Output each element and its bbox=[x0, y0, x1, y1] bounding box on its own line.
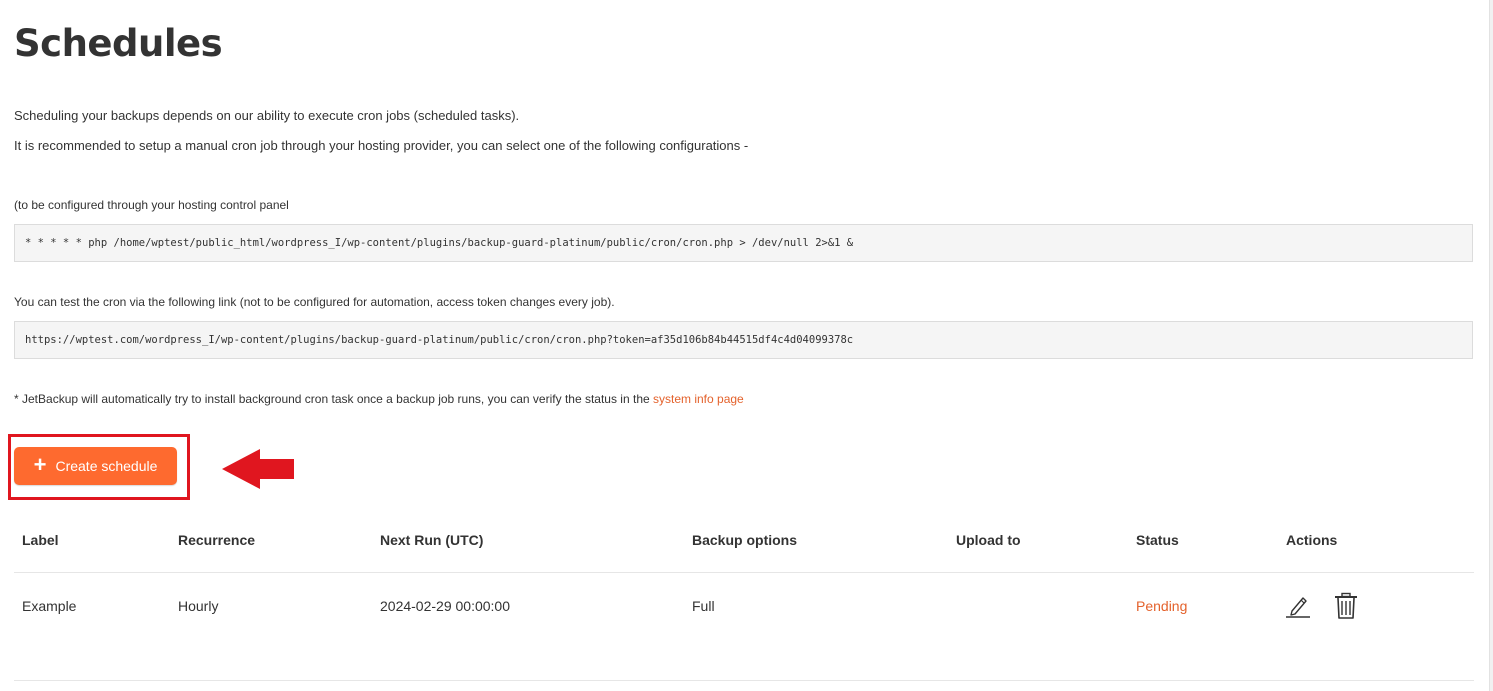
system-info-link[interactable]: system info page bbox=[653, 392, 744, 406]
table-divider-bottom bbox=[14, 680, 1474, 681]
cron-command-box[interactable]: * * * * * php /home/wptest/public_html/w… bbox=[14, 224, 1473, 262]
header-recurrence: Recurrence bbox=[178, 532, 256, 548]
intro-text-1: Scheduling your backups depends on our a… bbox=[14, 108, 520, 123]
header-upload-to: Upload to bbox=[956, 532, 1021, 548]
row-backup-options: Full bbox=[692, 598, 715, 614]
note-text: * JetBackup will automatically try to in… bbox=[14, 392, 653, 406]
plus-icon: + bbox=[33, 452, 47, 477]
cron-panel-label: (to be configured through your hosting c… bbox=[14, 198, 289, 212]
header-label: Label bbox=[22, 532, 59, 548]
pencil-icon[interactable] bbox=[1285, 592, 1311, 620]
header-status: Status bbox=[1136, 532, 1179, 548]
page-title: Schedules bbox=[14, 22, 223, 65]
intro-text-2: It is recommended to setup a manual cron… bbox=[14, 138, 749, 153]
create-schedule-label: Create schedule bbox=[55, 458, 158, 474]
trash-icon[interactable] bbox=[1333, 592, 1359, 620]
header-actions: Actions bbox=[1286, 532, 1338, 548]
test-cron-label: You can test the cron via the following … bbox=[14, 295, 615, 309]
row-recurrence: Hourly bbox=[178, 598, 219, 614]
status-badge: Pending bbox=[1136, 598, 1188, 614]
create-schedule-button[interactable]: + Create schedule bbox=[14, 447, 177, 485]
row-next-run: 2024-02-29 00:00:00 bbox=[380, 598, 510, 614]
test-url-box[interactable]: https://wptest.com/wordpress_I/wp-conten… bbox=[14, 321, 1473, 359]
jetbackup-note: * JetBackup will automatically try to in… bbox=[14, 392, 744, 406]
arrow-left-icon bbox=[222, 449, 294, 489]
schedules-page: Schedules Scheduling your backups depend… bbox=[0, 0, 1490, 691]
header-next-run: Next Run (UTC) bbox=[380, 532, 484, 548]
header-backup-options: Backup options bbox=[692, 532, 798, 548]
table-divider-top bbox=[14, 572, 1474, 573]
row-label: Example bbox=[22, 598, 77, 614]
